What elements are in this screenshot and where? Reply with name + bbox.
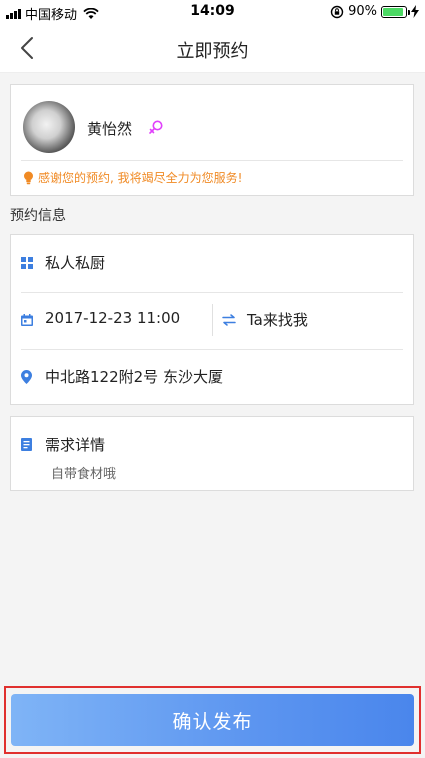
address: 中北路122附2号 东沙大厦 bbox=[45, 368, 223, 386]
appointment-datetime[interactable]: 2017-12-23 11:00 bbox=[45, 309, 180, 327]
female-icon bbox=[149, 120, 163, 134]
demand-card[interactable]: 需求详情 自带食材哦 bbox=[10, 416, 414, 491]
service-row[interactable]: 私人私厨 bbox=[11, 235, 413, 292]
vertical-divider bbox=[212, 304, 213, 336]
swap-icon bbox=[222, 314, 236, 326]
charging-icon bbox=[411, 5, 419, 18]
calendar-icon bbox=[21, 314, 33, 326]
confirm-publish-button[interactable]: 确认发布 bbox=[11, 694, 414, 746]
divider bbox=[21, 160, 403, 161]
page-title: 立即预约 bbox=[176, 41, 249, 62]
status-bar: 中国移动 14:09 90% bbox=[0, 0, 425, 24]
status-right: 90% bbox=[330, 4, 419, 19]
profile-card: 黄怡然 感谢您的预约, 我将竭尽全力为您服务! bbox=[10, 84, 414, 196]
battery-tip bbox=[408, 9, 410, 15]
demand-text: 自带食材哦 bbox=[51, 467, 117, 482]
document-icon bbox=[21, 438, 32, 451]
user-name: 黄怡然 bbox=[87, 120, 133, 138]
demand-title: 需求详情 bbox=[45, 436, 106, 454]
lightbulb-icon bbox=[24, 171, 33, 185]
service-mode[interactable]: Ta来找我 bbox=[247, 309, 308, 330]
thanks-message: 感谢您的预约, 我将竭尽全力为您服务! bbox=[38, 171, 243, 185]
battery-icon bbox=[381, 5, 410, 18]
battery-fill bbox=[383, 7, 403, 16]
rotation-lock-icon bbox=[330, 5, 344, 18]
nav-bar: 立即预约 bbox=[0, 24, 425, 73]
datetime-row: 2017-12-23 11:00 Ta来找我 bbox=[11, 292, 413, 349]
battery-percent: 90% bbox=[348, 4, 377, 19]
location-pin-icon bbox=[21, 370, 32, 384]
grid-icon bbox=[21, 257, 33, 269]
service-type: 私人私厨 bbox=[45, 254, 106, 272]
booking-info-card: 私人私厨 2017-12-23 11:00 Ta来找我 中北路122附2号 东沙… bbox=[10, 234, 414, 405]
section-label: 预约信息 bbox=[10, 208, 66, 224]
address-row[interactable]: 中北路122附2号 东沙大厦 bbox=[11, 349, 413, 406]
avatar[interactable] bbox=[23, 101, 75, 153]
confirm-highlight: 确认发布 bbox=[4, 686, 421, 754]
